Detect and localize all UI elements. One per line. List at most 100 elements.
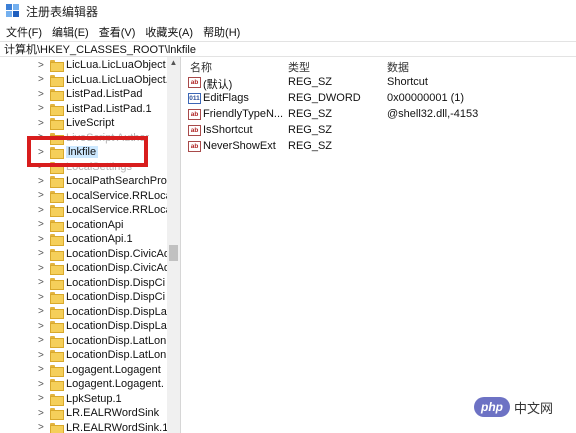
value-type: REG_SZ	[288, 108, 333, 120]
title-bar: 注册表编辑器	[0, 0, 576, 22]
menu-bar: 文件(F) 编辑(E) 查看(V) 收藏夹(A) 帮助(H)	[0, 22, 576, 41]
tree-item[interactable]: > LiveScript	[38, 116, 114, 131]
tree-item[interactable]: > Logagent.Logagent.	[38, 377, 164, 392]
value-row[interactable]: ab FriendlyTypeN... REG_SZ @shell32.dll,…	[186, 107, 576, 123]
value-name: NeverShowExt	[203, 140, 276, 152]
value-data: Shortcut	[387, 76, 428, 88]
menu-favorites[interactable]: 收藏夹(A)	[145, 24, 193, 40]
tree-item[interactable]: > LpkSetup.1	[38, 392, 122, 407]
chevron-right-icon[interactable]: >	[38, 292, 50, 303]
chevron-right-icon[interactable]: >	[38, 335, 50, 346]
folder-icon	[50, 234, 64, 247]
tree-item[interactable]: > LR.EALRWordSink	[38, 406, 159, 421]
value-data: @shell32.dll,-4153	[387, 108, 479, 120]
tree-item[interactable]: > ListPad.ListPad	[38, 87, 142, 102]
folder-icon	[50, 103, 64, 116]
menu-view[interactable]: 查看(V)	[99, 24, 136, 40]
scroll-thumb[interactable]	[169, 245, 178, 261]
tree-item[interactable]: > LocationDisp.DispCi	[38, 276, 165, 291]
folder-icon	[50, 205, 64, 218]
tree-item[interactable]: > Logagent.Logagent	[38, 363, 161, 378]
value-row[interactable]: ab IsShortcut REG_SZ	[186, 123, 576, 139]
chevron-right-icon[interactable]: >	[38, 379, 50, 390]
tree-scrollbar[interactable]: ▲	[167, 57, 180, 433]
column-header-name[interactable]: 名称	[190, 59, 212, 74]
value-type: REG_SZ	[288, 140, 333, 152]
tree-item[interactable]: > LocationApi.1	[38, 232, 133, 247]
tree-item[interactable]: > LocationDisp.LatLon	[38, 334, 166, 349]
tree-item[interactable]: > LocationDisp.LatLon	[38, 348, 166, 363]
folder-icon	[50, 89, 64, 102]
address-bar[interactable]: 计算机\HKEY_CLASSES_ROOT\lnkfile	[0, 41, 576, 57]
folder-icon	[50, 321, 64, 334]
values-list: 名称 类型 数据 ab (默认) REG_SZ Shortcut 011 Edi…	[186, 57, 576, 433]
value-name: EditFlags	[203, 92, 249, 104]
registry-editor-icon	[6, 4, 20, 18]
column-header-data[interactable]: 数据	[387, 59, 409, 74]
value-row[interactable]: ab (默认) REG_SZ Shortcut	[186, 75, 576, 91]
binary-value-icon: 011	[188, 93, 201, 104]
value-type: REG_SZ	[288, 124, 333, 136]
chevron-right-icon[interactable]: >	[38, 234, 50, 245]
chevron-right-icon[interactable]: >	[38, 248, 50, 259]
string-value-icon: ab	[188, 125, 201, 136]
chevron-right-icon[interactable]: >	[38, 205, 50, 216]
folder-icon	[50, 74, 64, 87]
folder-icon	[50, 176, 64, 189]
value-type: REG_DWORD	[288, 92, 361, 104]
chevron-right-icon[interactable]: >	[38, 74, 50, 85]
chevron-right-icon[interactable]: >	[38, 408, 50, 419]
value-name: (默认)	[203, 79, 233, 91]
chevron-right-icon[interactable]: >	[38, 89, 50, 100]
chevron-right-icon[interactable]: >	[38, 393, 50, 404]
tree-item[interactable]: > LicLua.LicLuaObject.	[38, 73, 169, 88]
folder-icon	[50, 190, 64, 203]
chevron-right-icon[interactable]: >	[38, 306, 50, 317]
chevron-right-icon[interactable]: >	[38, 103, 50, 114]
php-logo: php	[474, 397, 510, 417]
folder-icon	[50, 350, 64, 363]
chevron-right-icon[interactable]: >	[38, 60, 50, 71]
scroll-up-arrow-icon[interactable]: ▲	[167, 57, 180, 69]
chevron-right-icon[interactable]: >	[38, 321, 50, 332]
folder-icon	[50, 364, 64, 377]
tree-item[interactable]: > LocationDisp.DispLa	[38, 305, 167, 320]
watermark-text: 中文网	[514, 400, 554, 416]
chevron-right-icon[interactable]: >	[38, 350, 50, 361]
chevron-right-icon[interactable]: >	[38, 277, 50, 288]
menu-file[interactable]: 文件(F)	[6, 24, 42, 40]
folder-icon	[50, 219, 64, 232]
string-value-icon: ab	[188, 141, 201, 152]
chevron-right-icon[interactable]: >	[38, 219, 50, 230]
tree-item[interactable]: > LocalService.RRLoca	[38, 203, 172, 218]
column-header-type[interactable]: 类型	[288, 59, 310, 74]
tree-item[interactable]: > LocationDisp.CivicAd	[38, 247, 170, 262]
chevron-right-icon[interactable]: >	[38, 118, 50, 129]
tree-item[interactable]: > LicLua.LicLuaObject	[38, 58, 166, 73]
tree-item[interactable]: > LocationDisp.DispLa	[38, 319, 167, 334]
tree-item[interactable]: > LocalPathSearchProv	[38, 174, 172, 189]
tree-item[interactable]: > LR.EALRWordSink.1	[38, 421, 168, 433]
tree-item[interactable]: > LocationDisp.DispCi	[38, 290, 165, 305]
chevron-right-icon[interactable]: >	[38, 364, 50, 375]
value-data: 0x00000001 (1)	[387, 92, 465, 104]
tree-item[interactable]: > LocationDisp.CivicAd	[38, 261, 170, 276]
tree-item[interactable]: > ListPad.ListPad.1	[38, 102, 152, 117]
chevron-right-icon[interactable]: >	[38, 190, 50, 201]
menu-edit[interactable]: 编辑(E)	[52, 24, 89, 40]
folder-icon	[50, 248, 64, 261]
chevron-right-icon[interactable]: >	[38, 263, 50, 274]
chevron-right-icon[interactable]: >	[38, 176, 50, 187]
chevron-right-icon[interactable]: >	[38, 422, 50, 433]
value-row[interactable]: ab NeverShowExt REG_SZ	[186, 139, 576, 155]
key-tree: > LicLua.LicLuaObject > LicLua.LicLuaObjec…	[0, 57, 181, 433]
value-row[interactable]: 011 EditFlags REG_DWORD 0x00000001 (1)	[186, 91, 576, 107]
folder-icon	[50, 393, 64, 406]
folder-icon	[50, 118, 64, 131]
window-title: 注册表编辑器	[26, 4, 99, 19]
tree-item[interactable]: > LocalService.RRLoca	[38, 189, 172, 204]
menu-help[interactable]: 帮助(H)	[203, 24, 240, 40]
folder-icon	[50, 379, 64, 392]
folder-icon	[50, 335, 64, 348]
tree-item[interactable]: > LocationApi	[38, 218, 124, 233]
